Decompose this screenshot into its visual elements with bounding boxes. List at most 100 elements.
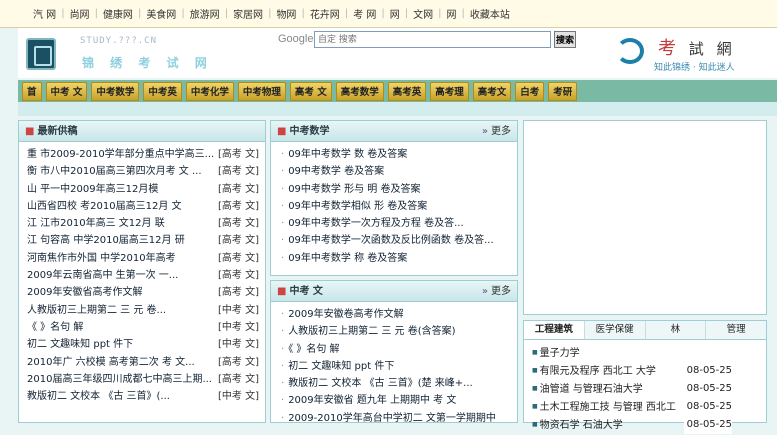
brand-char: 考 [658, 38, 680, 59]
news-link[interactable]: 山 平一中2009年高三12月模 [27, 184, 158, 195]
category-link[interactable]: [高考 文] [214, 267, 259, 285]
top-link[interactable]: 网 [442, 6, 462, 21]
category-tabs-panel: 工程建筑医学保健林管理 量子力学有限元及程序 西北工 大学 08-05-25 油管道… [523, 320, 767, 434]
category-link[interactable]: [中考 文] [214, 301, 259, 319]
news-link[interactable]: 09年中考数学一次方程及方程 卷及答... [288, 218, 463, 229]
item-date: 08-05-25 [683, 380, 732, 398]
nav-tab[interactable]: 高考文 [472, 81, 512, 101]
news-link[interactable]: 2009年云南省高中 生第一次 一... [27, 270, 178, 281]
list-item: 09年中考数学 数 卷及答案 [281, 146, 511, 163]
list-item: 土木工程施工技 与管理 西北工 08-05-25 [532, 398, 760, 416]
top-link[interactable]: 家居网 [228, 6, 268, 21]
nav-tab[interactable]: 高考 文 [289, 81, 332, 101]
nav-tab[interactable]: 中考物理 [237, 81, 286, 101]
news-link[interactable]: 江 江市2010年高三 文12月 联 [27, 218, 165, 229]
news-link[interactable]: 重 市2009-2010学年部分重点中学高三... [27, 149, 214, 160]
category-link[interactable]: [高考 文] [214, 215, 259, 233]
nav-tab[interactable]: 高考数学 [335, 81, 384, 101]
news-link[interactable]: 《 》名句 解 [288, 344, 339, 355]
resource-link[interactable]: 有限元及程序 西北工 大学 [532, 366, 656, 377]
nav-tab[interactable]: 高考理 [430, 81, 469, 101]
item-date: 08-05-25 [683, 398, 732, 416]
news-link[interactable]: 09年中考数学 数 卷及答案 [288, 149, 407, 160]
nav-tab[interactable]: 白考 [515, 81, 545, 101]
news-link[interactable]: 人教版初三上期第二 三 元 卷... [27, 305, 166, 316]
news-link[interactable]: 江 句容高 中学2010届高三12月 研 [27, 235, 185, 246]
category-link[interactable]: [高考 文] [214, 249, 259, 268]
news-link[interactable]: 2009年安徽省 题九年 上期期中 考 文 [288, 395, 456, 406]
category-link[interactable]: [高考 文] [214, 180, 259, 198]
news-link[interactable]: 09年中考数学相似 形 卷及答案 [288, 201, 427, 212]
top-link[interactable]: 物网 [271, 6, 301, 21]
square-bullet-icon: ■ [277, 286, 287, 297]
news-link[interactable]: 2009年安徽省高考作文解 [27, 287, 142, 298]
top-link[interactable]: 文网 [408, 6, 438, 21]
top-link[interactable]: 汽 网 [28, 6, 61, 21]
category-link[interactable]: [高考 文] [214, 197, 259, 216]
nav-tab[interactable]: 首 [22, 81, 42, 101]
news-link[interactable]: 2010年广 六校模 高考第二次 考 文... [27, 357, 195, 368]
news-link[interactable]: 教版初二 文校本 《古 三首》(楚 来峰+... [288, 378, 473, 389]
list-item: 量子力学 [532, 344, 760, 362]
news-link[interactable]: 人教版初三上期第二 三 元 卷(含答案) [288, 326, 455, 337]
square-bullet-icon: ■ [277, 126, 287, 137]
ad-panel [523, 120, 767, 315]
top-link[interactable]: 网 [385, 6, 405, 21]
news-link[interactable]: 山西省四校 考2010届高三12月 文 [27, 201, 182, 212]
news-link[interactable]: 《 》名句 解 [27, 322, 83, 333]
news-link[interactable]: 教版初二 文校本 《古 三首》(... [27, 391, 170, 402]
category-link[interactable]: [高考 文] [214, 370, 259, 389]
category-link[interactable]: [高考 文] [214, 146, 259, 164]
search-button[interactable]: 搜索 [554, 31, 576, 48]
top-link[interactable]: 花卉网 [305, 6, 345, 21]
news-link[interactable]: 09年中考数学一次函数及反比例函数 卷及答... [288, 235, 493, 246]
resource-link[interactable]: 物资石学 石油大学 [532, 420, 623, 431]
category-link[interactable]: [中考 文] [214, 318, 259, 337]
nav-tab[interactable]: 中考化学 [185, 81, 234, 101]
news-link[interactable]: 2010届高三年级四川成都七中高三上期... [27, 374, 212, 385]
resource-link[interactable]: 油管道 与管理石油大学 [532, 384, 643, 395]
category-link[interactable]: [高考 文] [214, 163, 259, 181]
nav-tab[interactable]: 中考英 [143, 81, 182, 101]
search-input[interactable] [314, 31, 551, 48]
site-logo-icon[interactable] [26, 38, 56, 70]
category-link[interactable]: [高考 文] [214, 232, 259, 250]
news-link[interactable]: 09中考数学 形与 明 卷及答案 [288, 184, 420, 195]
category-tab[interactable]: 医学保健 [584, 321, 646, 339]
news-link[interactable]: 初二 文趣味知 ppt 件下 [27, 339, 133, 350]
category-link[interactable]: [中考 文] [214, 336, 259, 354]
chinese-more-link[interactable]: » 更多 [482, 281, 511, 302]
top-link[interactable]: 收藏本站 [465, 6, 515, 21]
nav-tab[interactable]: 考研 [548, 81, 578, 101]
news-link[interactable]: 衡 市八中2010届高三第四次月考 文 ... [27, 166, 202, 177]
category-link[interactable]: [中考 文] [214, 388, 259, 406]
list-item: 09中考数学 形与 明 卷及答案 [281, 181, 511, 198]
tab-list: 量子力学有限元及程序 西北工 大学 08-05-25 油管道 与管理石油大学 08-0… [524, 340, 766, 434]
list-item: 初二 文趣味知 ppt 件下 [281, 358, 511, 375]
top-link[interactable]: 健康网 [98, 6, 138, 21]
top-link[interactable]: 旅游网 [185, 6, 225, 21]
category-link[interactable]: [高考 文] [214, 353, 259, 371]
category-tab[interactable]: 工程建筑 [524, 321, 585, 339]
top-link[interactable]: 美食网 [141, 6, 181, 21]
nav-tab[interactable]: 高考英 [387, 81, 427, 101]
top-link[interactable]: 考 网 [348, 6, 381, 21]
news-link[interactable]: 2009年安徽卷高考作文解 [288, 309, 403, 320]
news-link[interactable]: 河南焦作市外国 中学2010年高考 [27, 253, 176, 264]
top-link[interactable]: 尚网 [65, 6, 95, 21]
nav-tab[interactable]: 中考 文 [45, 81, 88, 101]
news-link[interactable]: 初二 文趣味知 ppt 件下 [288, 361, 394, 372]
news-link[interactable]: 2009-2010学年高台中学初二 文第一学期期中 [288, 413, 496, 424]
math-more-link[interactable]: » 更多 [482, 121, 511, 142]
nav-tab[interactable]: 中考数学 [91, 81, 140, 101]
list-item: 山西省四校 考2010届高三12月 文 [高考 文] [27, 197, 259, 216]
category-link[interactable]: [高考 文] [214, 284, 259, 302]
more-label: 更多 [491, 286, 511, 297]
news-link[interactable]: 09年中考数学 称 卷及答案 [288, 253, 407, 264]
category-tab[interactable]: 林 [645, 321, 707, 339]
category-tab[interactable]: 管理 [706, 321, 766, 339]
resource-link[interactable]: 土木工程施工技 与管理 西北工 [532, 402, 676, 413]
news-link[interactable]: 09中考数学 卷及答案 [288, 166, 384, 177]
list-item: 09年中考数学 称 卷及答案 [281, 250, 511, 267]
resource-link[interactable]: 量子力学 [532, 348, 580, 359]
